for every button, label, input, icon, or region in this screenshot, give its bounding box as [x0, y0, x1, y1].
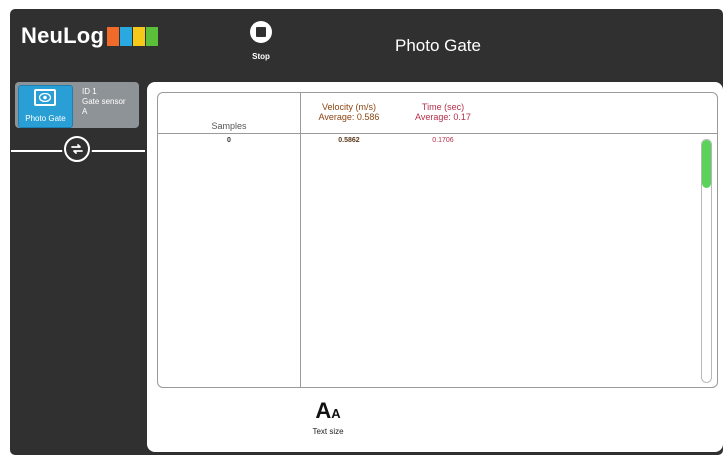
neulog-logo: NeuLog	[21, 23, 159, 49]
page-title: Photo Gate	[394, 36, 481, 55]
stop-button[interactable]: Stop	[241, 21, 281, 61]
scrollbar[interactable]	[701, 139, 712, 383]
sensor-tile-photo-gate[interactable]: Photo Gate ID 1 Gate sensor A	[15, 82, 139, 128]
time-label: Time (sec)	[421, 102, 465, 112]
swap-arrows-icon	[66, 138, 88, 160]
main-panel: Samples Velocity (m/s) Average: 0.586 Ti…	[147, 82, 723, 452]
text-size-label: Text size	[312, 427, 344, 436]
velocity-label: Velocity (m/s)	[321, 102, 376, 112]
sensor-mode: A	[82, 107, 88, 116]
text-size-icon: AA	[315, 398, 341, 423]
logo-text: NeuLog	[21, 23, 105, 48]
logo-blocks-icon	[107, 26, 159, 46]
scrollbar-thumb[interactable]	[702, 140, 711, 188]
sensor-name: Photo Gate	[25, 114, 66, 123]
column-divider	[300, 93, 301, 387]
sensor-type: Gate sensor	[82, 97, 126, 106]
swap-button[interactable]	[62, 134, 92, 164]
stop-label: Stop	[252, 52, 270, 61]
time-header: Time (sec) Average: 0.17	[398, 102, 488, 122]
sensor-icon-box: Photo Gate	[18, 85, 73, 128]
time-cell: 0.1706	[432, 137, 454, 144]
sensor-id: ID 1	[82, 87, 97, 96]
eye-icon	[34, 89, 56, 106]
sample-cell: 0	[227, 137, 231, 144]
sensor-info: ID 1 Gate sensor A	[82, 87, 126, 117]
velocity-header: Velocity (m/s) Average: 0.586	[304, 102, 394, 122]
velocity-average: Average: 0.586	[318, 112, 380, 122]
time-average: Average: 0.17	[415, 112, 471, 122]
data-table: Samples Velocity (m/s) Average: 0.586 Ti…	[157, 92, 718, 388]
header-divider	[158, 133, 717, 134]
text-size-button[interactable]: AA Text size	[303, 398, 353, 437]
velocity-cell: 0.5862	[338, 137, 360, 144]
samples-header: Samples	[211, 121, 247, 131]
stop-circle-icon	[250, 21, 272, 43]
